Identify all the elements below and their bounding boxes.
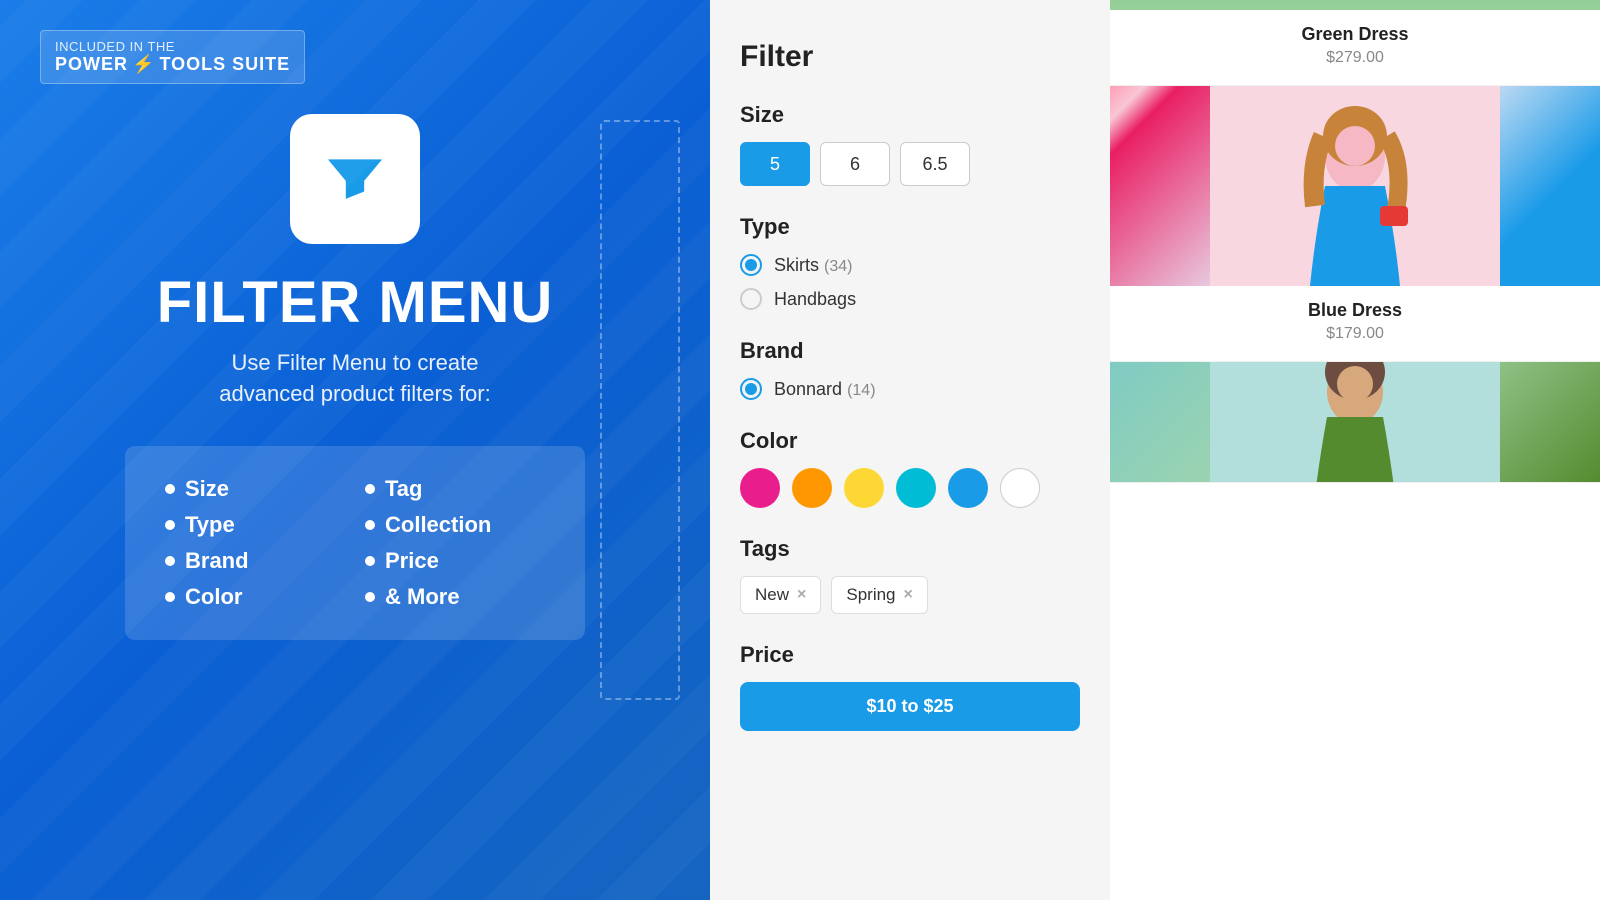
tags-label: Tags [740,536,1080,562]
product-info-blue: Blue Dress $179.00 [1110,286,1600,361]
tag-new[interactable]: New × [740,576,821,614]
type-section: Type Skirts (34) Handbags [740,214,1080,310]
swatch-orange[interactable] [792,468,832,508]
radio-bonnard [740,378,762,400]
brand-label: Brand [740,338,1080,364]
price-section: Price $10 to $25 [740,642,1080,731]
size-button-65[interactable]: 6.5 [900,142,970,186]
badge-top-text: INCLUDED IN THE [55,39,290,54]
bullet-icon [165,556,175,566]
brand-section: Brand Bonnard (14) [740,338,1080,400]
product-card-green: Green Dress $279.00 [1110,0,1600,86]
swatch-pink[interactable] [740,468,780,508]
feature-brand: Brand [165,548,345,574]
third-product-illustration [1110,362,1600,482]
type-option-handbags[interactable]: Handbags [740,288,1080,310]
swatch-teal[interactable] [896,468,936,508]
type-label: Type [740,214,1080,240]
tag-spring-remove[interactable]: × [904,586,913,604]
left-panel: INCLUDED IN THE POWER ⚡ TOOLS SUITE FILT… [0,0,710,900]
product-price-blue: $179.00 [1130,325,1580,343]
tag-spring[interactable]: Spring × [831,576,927,614]
bullet-icon [365,484,375,494]
feature-more: & More [365,584,545,610]
size-label: Size [740,102,1080,128]
product-card-blue: Blue Dress $179.00 [1110,86,1600,362]
filter-funnel-icon [320,144,390,214]
radio-skirts [740,254,762,276]
feature-collection: Collection [365,512,545,538]
tag-new-remove[interactable]: × [797,586,806,604]
swatch-yellow[interactable] [844,468,884,508]
color-section: Color [740,428,1080,508]
filter-panel: Filter Size 5 6 6.5 Type Skirts (34) Han… [710,0,1110,900]
badge-bottom-text: POWER ⚡ TOOLS SUITE [55,54,290,75]
blue-dress-illustration [1110,86,1600,286]
size-button-5[interactable]: 5 [740,142,810,186]
product-name-blue: Blue Dress [1130,300,1580,321]
brand-bonnard-label: Bonnard (14) [774,379,876,400]
price-button[interactable]: $10 to $25 [740,682,1080,731]
type-skirts-count: (34) [824,258,852,275]
bullet-icon [365,520,375,530]
product-name-green: Green Dress [1130,24,1580,45]
feature-size: Size [165,476,345,502]
color-label: Color [740,428,1080,454]
type-handbags-label: Handbags [774,289,856,310]
swatch-white[interactable] [1000,468,1040,508]
product-card-third [1110,362,1600,483]
bullet-icon [165,520,175,530]
lightning-icon: ⚡ [132,54,155,75]
product-image-green [1110,0,1600,10]
radio-inner-skirts [745,259,757,271]
product-price-green: $279.00 [1130,49,1580,67]
suite-badge: INCLUDED IN THE POWER ⚡ TOOLS SUITE [40,30,305,84]
feature-color: Color [165,584,345,610]
bullet-icon [365,556,375,566]
feature-type: Type [165,512,345,538]
price-label: Price [740,642,1080,668]
bullet-icon [165,484,175,494]
type-option-skirts[interactable]: Skirts (34) [740,254,1080,276]
product-info-green: Green Dress $279.00 [1110,10,1600,85]
dashed-decoration [600,120,680,700]
size-section: Size 5 6 6.5 [740,102,1080,186]
type-skirts-label: Skirts (34) [774,255,852,276]
page-title: FILTER MENU [157,274,554,332]
color-swatches-group [740,468,1080,508]
filter-heading: Filter [740,40,1080,74]
radio-inner-bonnard [745,383,757,395]
feature-tag: Tag [365,476,545,502]
feature-price: Price [365,548,545,574]
tags-section: Tags New × Spring × [740,536,1080,614]
swatch-blue[interactable] [948,468,988,508]
brand-option-bonnard[interactable]: Bonnard (14) [740,378,1080,400]
product-image-third [1110,362,1600,482]
bullet-icon [365,592,375,602]
hero-subtitle: Use Filter Menu to create advanced produ… [219,348,490,410]
product-image-blue [1110,86,1600,286]
radio-handbags [740,288,762,310]
filter-icon-container [290,114,420,244]
products-panel: Green Dress $279.00 Blue Dres [1110,0,1600,900]
bullet-icon [165,592,175,602]
tags-row: New × Spring × [740,576,1080,614]
brand-bonnard-count: (14) [847,382,875,399]
size-buttons-group: 5 6 6.5 [740,142,1080,186]
size-button-6[interactable]: 6 [820,142,890,186]
features-box: Size Tag Type Collection Brand Price Col… [125,446,585,640]
